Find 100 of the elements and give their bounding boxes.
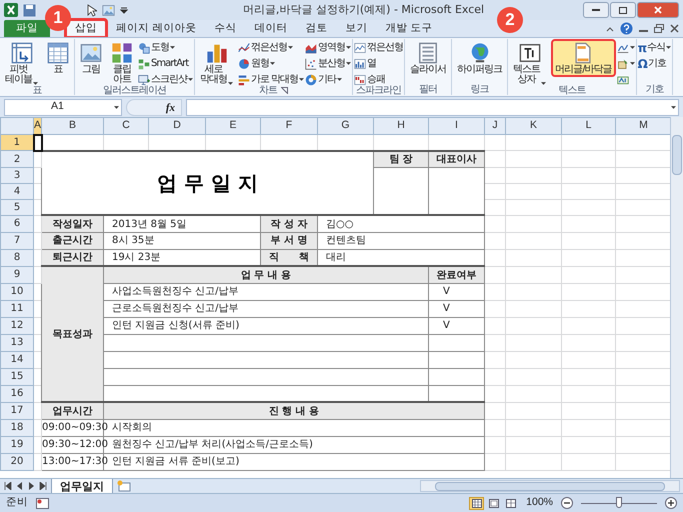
ribbon-button[interactable]: 표 [43,39,73,77]
ribbon-button[interactable]: Ω기호 [638,56,672,71]
cursor-icon[interactable] [87,4,97,16]
maximize-button[interactable] [610,2,636,18]
sheet-tab[interactable]: 업무일지 [51,478,113,494]
field-label: 작 성 자 [260,215,318,232]
vertical-scrollbar[interactable] [670,117,683,478]
column-header[interactable]: G [318,118,374,135]
last-sheet-icon[interactable] [39,482,48,490]
row-header[interactable]: 16 [0,385,34,402]
row-header[interactable]: 12 [0,317,34,334]
collapse-ribbon-icon[interactable] [606,26,614,32]
row-header[interactable]: 8 [0,249,34,266]
previous-sheet-icon[interactable] [15,482,24,490]
ribbon-tab[interactable]: 페이지 레이아웃 [108,20,204,37]
ribbon-button[interactable]: 텍스트 상자 [509,39,550,87]
ribbon-tab[interactable]: 수식 [206,20,244,37]
column-header[interactable]: I [428,118,484,135]
ribbon-tab[interactable]: 삽입 [66,20,106,37]
close-button[interactable] [637,2,679,18]
row-header[interactable]: 17 [0,402,34,420]
row-header[interactable]: 4 [0,183,34,200]
column-header[interactable]: B [42,118,104,135]
page-break-view-button[interactable] [503,496,518,510]
close-icon[interactable] [670,24,679,33]
ribbon-button[interactable]: 분산형 [305,56,352,71]
formula-input[interactable] [186,98,679,116]
row-header[interactable]: 1 [0,134,34,151]
row-header[interactable]: 10 [0,283,34,300]
insert-function-button[interactable]: fx [126,98,182,116]
row-header[interactable]: 14 [0,351,34,368]
window-title: 머리글,바닥글 설정하기(예제) - Microsoft Excel [242,2,484,18]
ribbon-button[interactable]: 세로 막대형 [196,39,237,87]
column-header[interactable]: E [206,118,260,135]
column-header[interactable]: C [104,118,148,135]
ribbon-tab[interactable]: 검토 [297,20,336,37]
ribbon-button[interactable]: 영역형 [305,40,352,55]
row-header[interactable]: 6 [0,215,34,232]
page-layout-view-button[interactable] [486,496,502,510]
name-box[interactable]: A1 [4,98,122,116]
first-sheet-icon[interactable] [3,482,12,490]
row-header[interactable]: 5 [0,199,34,216]
ribbon-button[interactable]: π수식 [638,40,672,55]
column-header[interactable]: F [260,118,318,135]
ribbon-button[interactable]: 가로 막대형 [238,72,304,87]
column-header[interactable]: M [616,118,670,135]
normal-view-button[interactable] [469,496,484,510]
picture-icon[interactable] [102,4,115,16]
column-header[interactable]: L [562,118,616,135]
restore-icon[interactable] [654,24,664,33]
row-header[interactable]: 3 [0,167,34,184]
ribbon-button[interactable]: 하이퍼링크 [453,39,506,77]
column-header[interactable]: K [506,118,562,135]
ribbon-button[interactable]: 승패 [354,72,404,87]
insert-sheet-icon[interactable] [116,480,132,492]
ribbon-button[interactable]: 열 [354,56,404,71]
customize-menu-icon[interactable] [120,6,128,14]
zoom-out-icon[interactable] [561,497,573,509]
help-icon[interactable] [620,22,633,35]
ribbon-tab[interactable]: 데이터 [246,20,296,37]
ribbon-button[interactable]: SmartArt [138,56,193,71]
ribbon-button[interactable]: 피벗 테이블 [1,39,42,87]
slider-thumb[interactable] [616,497,622,508]
ribbon-tab[interactable]: 개발 도구 [377,20,441,37]
zoom-in-icon[interactable] [665,497,677,509]
ribbon-button[interactable]: 머리글/바닥글 [551,39,616,77]
column-header[interactable]: J [484,118,506,135]
row-header[interactable]: 7 [0,232,34,250]
row-header[interactable]: 19 [0,436,34,454]
row-header[interactable]: 2 [0,150,34,168]
ribbon-button[interactable]: 도형 [138,40,193,55]
row-header[interactable]: 18 [0,419,34,436]
signature-box [374,167,428,216]
ribbon-tab[interactable]: 파일 [4,20,50,37]
row-header[interactable]: 20 [0,453,34,470]
status-text: 준비 [6,495,28,510]
row-header[interactable]: 9 [0,266,34,284]
ribbon-button[interactable]: 원형 [238,56,304,71]
ribbon-button[interactable]: 클립 아트 [107,39,137,87]
column-header[interactable]: H [374,118,428,135]
row-header[interactable]: 13 [0,334,34,352]
macro-record-icon[interactable] [36,498,49,508]
zoom-slider[interactable] [581,497,657,509]
minimize-button[interactable] [583,2,609,18]
table-cell: 인턴 지원금 신청(서류 준비) [104,317,428,334]
column-header[interactable]: D [148,118,206,135]
save-icon[interactable] [23,4,36,16]
caret-icon [33,82,38,85]
next-sheet-icon[interactable] [27,482,36,490]
horizontal-scrollbar[interactable] [420,480,680,492]
ribbon-button[interactable]: 그림 [76,39,106,77]
row-header[interactable]: 11 [0,300,34,318]
ribbon-button[interactable]: 스크린샷 [138,72,193,87]
ribbon-button[interactable]: 기타 [305,72,352,87]
row-header[interactable]: 15 [0,368,34,386]
ribbon-tab[interactable]: 보기 [337,20,376,37]
dialog-launcher-icon[interactable] [281,87,288,94]
ribbon-button[interactable]: 꺾은선형 [354,40,404,55]
ribbon-button[interactable]: 꺾은선형 [238,40,304,55]
ribbon-button[interactable]: 슬라이서 [406,39,450,77]
